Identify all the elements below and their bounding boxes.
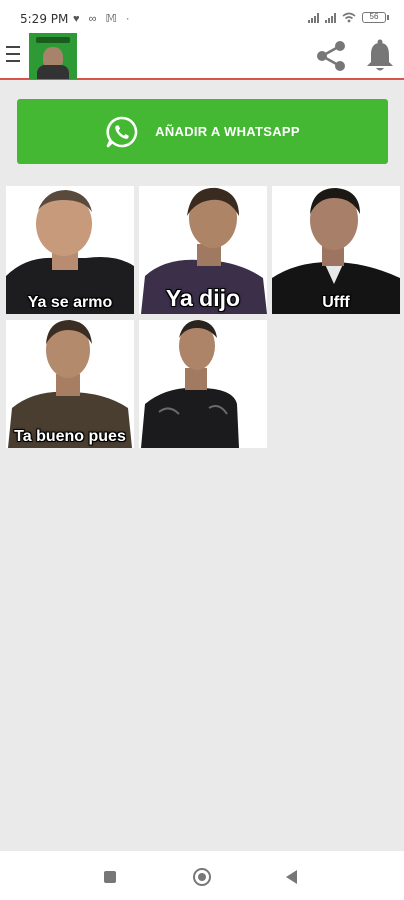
sticker-caption: Ya se armo [27,294,113,311]
sticker-image [139,320,267,448]
share-icon[interactable] [313,38,349,74]
sticker-item[interactable]: Ya se armo [6,186,134,314]
status-icons: 56 [308,12,389,23]
app-bar [0,33,404,80]
status-bar: 5:29 PM ♥ ∞ 𝕄 · 56 [0,0,404,33]
notification-icons: ♥ ∞ 𝕄 · [73,13,133,25]
whatsapp-icon [106,116,138,147]
add-to-whatsapp-label: AÑADIR A WHATSAPP [155,124,300,139]
sticker-item[interactable]: Ufff [272,186,400,314]
add-to-whatsapp-button[interactable]: AÑADIR A WHATSAPP [17,99,388,164]
signal-icon-2 [325,12,336,23]
sticker-item[interactable]: Ya dijo [139,186,267,314]
app-logo [29,33,77,79]
square-recents-icon[interactable] [104,871,116,883]
bell-icon[interactable] [364,39,396,73]
hamburger-menu-icon[interactable] [6,46,20,64]
sticker-item[interactable] [139,320,267,448]
wifi-icon [342,12,356,23]
sticker-caption: Ufff [322,294,350,311]
circle-home-icon[interactable] [193,868,211,886]
battery-icon: 56 [362,12,389,23]
triangle-back-icon[interactable] [286,870,297,884]
status-time: 5:29 PM [20,12,69,26]
sticker-caption: Ya dijo [165,285,241,311]
sticker-item[interactable]: Ta bueno pues [6,320,134,448]
sticker-caption: Ta bueno pues [14,428,126,445]
system-nav-bar [0,851,404,900]
signal-icon [308,12,319,23]
